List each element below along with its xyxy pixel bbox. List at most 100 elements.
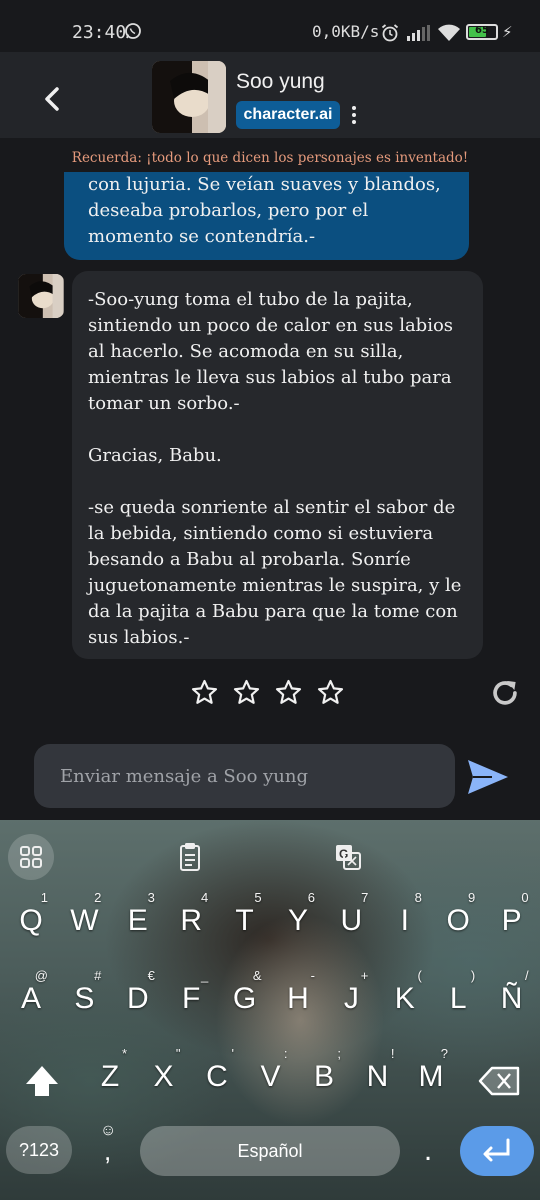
key-e[interactable]: 3E	[113, 890, 163, 946]
key-label: O	[446, 904, 470, 937]
key-label: T	[235, 904, 254, 937]
regenerate-button[interactable]	[488, 676, 522, 710]
send-icon	[468, 760, 508, 794]
key-o[interactable]: 9O	[433, 890, 483, 946]
symbols-key[interactable]: ?123	[6, 1126, 72, 1174]
key-hint: €	[147, 968, 155, 983]
key-w[interactable]: 2W	[59, 890, 109, 946]
key-l[interactable]: ) L	[433, 968, 483, 1024]
translate-icon: G	[336, 845, 361, 870]
refresh-icon	[493, 680, 517, 705]
key-q[interactable]: 1Q	[6, 890, 56, 946]
key-hint: 2	[94, 890, 102, 905]
clipboard-button[interactable]	[167, 834, 213, 880]
status-bar: 23:40 0,0KB/s 65 ⚡	[0, 0, 540, 52]
key-n[interactable]: ! N	[353, 1046, 403, 1102]
alarm-icon	[380, 23, 400, 47]
key-label: N	[366, 1060, 389, 1093]
shift-icon	[26, 1066, 58, 1096]
key-label: U	[340, 904, 363, 937]
keyboard-apps-button[interactable]	[8, 834, 54, 880]
whatsapp-icon	[124, 22, 142, 44]
star-icon[interactable]	[274, 678, 303, 707]
shift-key[interactable]	[20, 1060, 64, 1102]
key-label: I	[400, 904, 409, 937]
key-label: S	[74, 982, 95, 1015]
star-icon[interactable]	[190, 678, 219, 707]
grid-icon	[20, 846, 42, 868]
star-icon[interactable]	[316, 678, 345, 707]
key-hint: 1	[40, 890, 48, 905]
key-k[interactable]: (K	[380, 968, 430, 1024]
space-bar[interactable]: Español	[140, 1126, 400, 1176]
keyboard-row-1: 1Q2W3E4R5T6Y7U8I9O0P	[0, 890, 540, 950]
key-hint: :	[283, 1046, 288, 1061]
key-y[interactable]: 6Y	[273, 890, 323, 946]
more-vertical-icon	[352, 106, 356, 124]
key-t[interactable]: 5T	[220, 890, 270, 946]
clipboard-icon	[180, 843, 200, 871]
key-hint: 4	[200, 890, 209, 905]
key-label: Q	[19, 904, 43, 937]
character-avatar[interactable]	[152, 61, 226, 133]
key-hint: &	[252, 968, 262, 983]
key-u[interactable]: 7U	[326, 890, 376, 946]
key-g[interactable]: & G	[220, 968, 270, 1024]
key-r[interactable]: 4R	[166, 890, 216, 946]
key-label: P	[501, 904, 522, 937]
key-hint: (	[417, 968, 422, 983]
key-j[interactable]: + J	[326, 968, 376, 1024]
star-icon[interactable]	[232, 678, 261, 707]
key-label: J	[343, 982, 359, 1015]
key-hint: 3	[147, 890, 155, 905]
back-button[interactable]	[38, 84, 68, 114]
chevron-left-icon	[45, 87, 59, 111]
key-label: R	[180, 904, 203, 937]
message-input[interactable]	[34, 744, 455, 808]
soft-keyboard: G 1Q2W3E4R5T6Y7U8I9O0P @ A # S € D _ F & G - H + J(K)…	[0, 820, 540, 1200]
key-d[interactable]: € D	[113, 968, 163, 1024]
comma-key[interactable]: ☺ ,	[96, 1122, 126, 1172]
backspace-key[interactable]	[476, 1060, 524, 1102]
key-label: C	[206, 1060, 228, 1093]
send-button[interactable]	[466, 758, 510, 796]
key-v[interactable]: :V	[246, 1046, 296, 1102]
disclaimer-banner: Recuerda: ¡todo lo que dicen los persona…	[0, 138, 540, 172]
key-hint: "	[175, 1046, 181, 1061]
key-label: Ñ	[500, 982, 523, 1015]
chat-history[interactable]: con lujuria. Se veían suaves y blandos, …	[0, 172, 540, 740]
user-message: con lujuria. Se veían suaves y blandos, …	[64, 172, 469, 260]
key-z[interactable]: * Z	[85, 1046, 135, 1102]
enter-key[interactable]	[460, 1126, 534, 1176]
rating-stars	[190, 678, 345, 707]
key-label: V	[260, 1060, 281, 1093]
key-p[interactable]: 0P	[487, 890, 537, 946]
more-options-button[interactable]	[348, 104, 360, 126]
key-ñ[interactable]: / Ñ	[487, 968, 537, 1024]
key-hint: +	[360, 968, 369, 983]
key-label: A	[20, 982, 41, 1015]
key-label: E	[127, 904, 148, 937]
key-i[interactable]: 8I	[380, 890, 430, 946]
key-label: Y	[287, 904, 308, 937]
key-hint: 7	[361, 890, 369, 905]
key-b[interactable]: ; B	[299, 1046, 349, 1102]
key-c[interactable]: ' C	[192, 1046, 242, 1102]
key-hint: 0	[521, 890, 529, 905]
key-x[interactable]: " X	[139, 1046, 189, 1102]
bot-avatar[interactable]	[18, 274, 64, 318]
translate-button[interactable]: G	[325, 834, 371, 880]
key-s[interactable]: # S	[59, 968, 109, 1024]
key-label: F	[182, 982, 201, 1015]
key-a[interactable]: @ A	[6, 968, 56, 1024]
key-f[interactable]: _ F	[166, 968, 216, 1024]
key-h[interactable]: -H	[273, 968, 323, 1024]
key-label: X	[153, 1060, 174, 1093]
wifi-icon	[437, 24, 461, 46]
key-hint: 8	[414, 890, 422, 905]
key-hint: /	[524, 968, 529, 983]
key-hint: 9	[467, 890, 476, 905]
key-m[interactable]: ? M	[406, 1046, 456, 1102]
key-label: L	[449, 982, 467, 1015]
period-key[interactable]: .	[418, 1136, 438, 1166]
